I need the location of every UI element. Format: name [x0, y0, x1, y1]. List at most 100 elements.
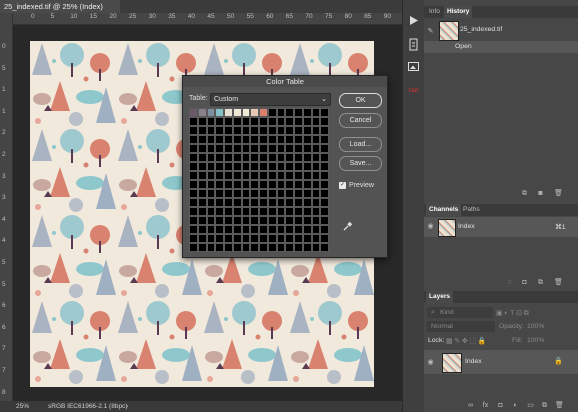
color-table-swatch[interactable]: [294, 135, 303, 144]
color-table-swatch[interactable]: [250, 243, 259, 252]
color-table-swatch[interactable]: [241, 234, 251, 243]
color-table-swatch[interactable]: [259, 180, 268, 189]
color-table-swatch[interactable]: [206, 162, 216, 171]
color-table-swatch[interactable]: [189, 108, 198, 117]
color-table-swatch[interactable]: [241, 153, 251, 162]
color-table-swatch[interactable]: [259, 207, 268, 216]
color-table-swatch[interactable]: [285, 144, 294, 153]
color-table-swatch[interactable]: [224, 180, 233, 189]
color-table-swatch[interactable]: [320, 234, 329, 243]
color-table-swatch[interactable]: [259, 126, 268, 135]
color-table-swatch[interactable]: [250, 180, 259, 189]
color-table-swatch[interactable]: [224, 162, 233, 171]
color-table-swatch[interactable]: [259, 117, 268, 126]
color-table-swatch[interactable]: [276, 207, 286, 216]
color-table-swatch[interactable]: [259, 144, 268, 153]
color-table-swatch[interactable]: [241, 108, 251, 117]
color-table-swatch[interactable]: [232, 216, 242, 225]
color-table-swatch[interactable]: [197, 198, 207, 207]
color-table-swatch[interactable]: [197, 144, 207, 153]
color-table-swatch[interactable]: [311, 198, 321, 207]
color-table-swatch[interactable]: [285, 234, 294, 243]
adjustment-icon[interactable]: ◐: [512, 402, 519, 409]
link-icon[interactable]: ∞: [467, 402, 474, 409]
color-table-swatch[interactable]: [215, 216, 224, 225]
color-table-swatch[interactable]: [241, 144, 251, 153]
color-table-swatch[interactable]: [250, 225, 259, 234]
new-layer-icon[interactable]: ⧉: [541, 402, 548, 409]
sr-plugin-icon[interactable]: S&R: [407, 83, 420, 96]
color-table-swatch[interactable]: [259, 171, 268, 180]
color-table-swatch[interactable]: [197, 243, 207, 252]
color-table-swatch[interactable]: [320, 126, 329, 135]
eyedropper-icon[interactable]: [343, 221, 353, 231]
color-table-swatch[interactable]: [311, 216, 321, 225]
color-table-swatch[interactable]: [259, 189, 268, 198]
color-table-swatch[interactable]: [224, 144, 233, 153]
color-table-grid[interactable]: [189, 108, 329, 252]
color-table-swatch[interactable]: [267, 207, 277, 216]
color-table-swatch[interactable]: [302, 180, 312, 189]
color-table-swatch[interactable]: [285, 108, 294, 117]
color-table-swatch[interactable]: [294, 153, 303, 162]
color-table-swatch[interactable]: [189, 189, 198, 198]
color-table-swatch[interactable]: [189, 144, 198, 153]
color-table-swatch[interactable]: [206, 216, 216, 225]
color-table-swatch[interactable]: [224, 189, 233, 198]
color-table-swatch[interactable]: [250, 108, 259, 117]
color-table-swatch[interactable]: [224, 117, 233, 126]
color-table-swatch[interactable]: [267, 216, 277, 225]
color-table-swatch[interactable]: [294, 108, 303, 117]
color-table-swatch[interactable]: [311, 234, 321, 243]
tab-history[interactable]: History: [444, 6, 473, 18]
table-dropdown[interactable]: Custom ⌄: [210, 93, 331, 106]
layer-filter-dropdown[interactable]: ⌕ Kind: [427, 307, 493, 318]
color-table-swatch[interactable]: [259, 108, 268, 117]
color-table-swatch[interactable]: [197, 171, 207, 180]
color-table-swatch[interactable]: [224, 234, 233, 243]
color-table-swatch[interactable]: [294, 126, 303, 135]
color-table-swatch[interactable]: [276, 162, 286, 171]
color-table-swatch[interactable]: [197, 180, 207, 189]
eye-icon[interactable]: ◉: [427, 223, 434, 230]
color-table-swatch[interactable]: [197, 108, 207, 117]
color-table-swatch[interactable]: [294, 162, 303, 171]
color-table-swatch[interactable]: [311, 144, 321, 153]
color-table-swatch[interactable]: [267, 117, 277, 126]
color-table-swatch[interactable]: [259, 162, 268, 171]
color-table-swatch[interactable]: [250, 153, 259, 162]
color-table-swatch[interactable]: [189, 135, 198, 144]
color-table-swatch[interactable]: [189, 153, 198, 162]
color-table-swatch[interactable]: [206, 243, 216, 252]
color-table-swatch[interactable]: [206, 198, 216, 207]
color-table-swatch[interactable]: [285, 225, 294, 234]
color-table-swatch[interactable]: [285, 171, 294, 180]
color-table-swatch[interactable]: [302, 117, 312, 126]
color-table-swatch[interactable]: [285, 117, 294, 126]
color-table-swatch[interactable]: [197, 216, 207, 225]
eye-icon[interactable]: ◉: [427, 359, 434, 366]
color-table-swatch[interactable]: [189, 207, 198, 216]
color-table-swatch[interactable]: [206, 171, 216, 180]
color-table-swatch[interactable]: [215, 126, 224, 135]
color-table-swatch[interactable]: [241, 171, 251, 180]
mask-icon[interactable]: ◘: [497, 402, 504, 409]
color-table-swatch[interactable]: [285, 180, 294, 189]
color-table-swatch[interactable]: [302, 207, 312, 216]
color-table-swatch[interactable]: [294, 171, 303, 180]
color-table-swatch[interactable]: [189, 171, 198, 180]
color-table-swatch[interactable]: [302, 126, 312, 135]
color-table-swatch[interactable]: [302, 225, 312, 234]
lock-icons[interactable]: ▦ ✎ ✥ ⬚ 🔒: [446, 337, 486, 345]
color-table-swatch[interactable]: [259, 153, 268, 162]
color-table-swatch[interactable]: [276, 117, 286, 126]
fx-icon[interactable]: fx: [482, 402, 489, 409]
color-table-swatch[interactable]: [250, 126, 259, 135]
color-table-swatch[interactable]: [215, 180, 224, 189]
color-table-swatch[interactable]: [206, 144, 216, 153]
color-table-swatch[interactable]: [285, 207, 294, 216]
ok-button[interactable]: OK: [339, 93, 382, 108]
color-table-swatch[interactable]: [250, 144, 259, 153]
color-table-swatch[interactable]: [267, 243, 277, 252]
image-icon[interactable]: [407, 60, 420, 73]
